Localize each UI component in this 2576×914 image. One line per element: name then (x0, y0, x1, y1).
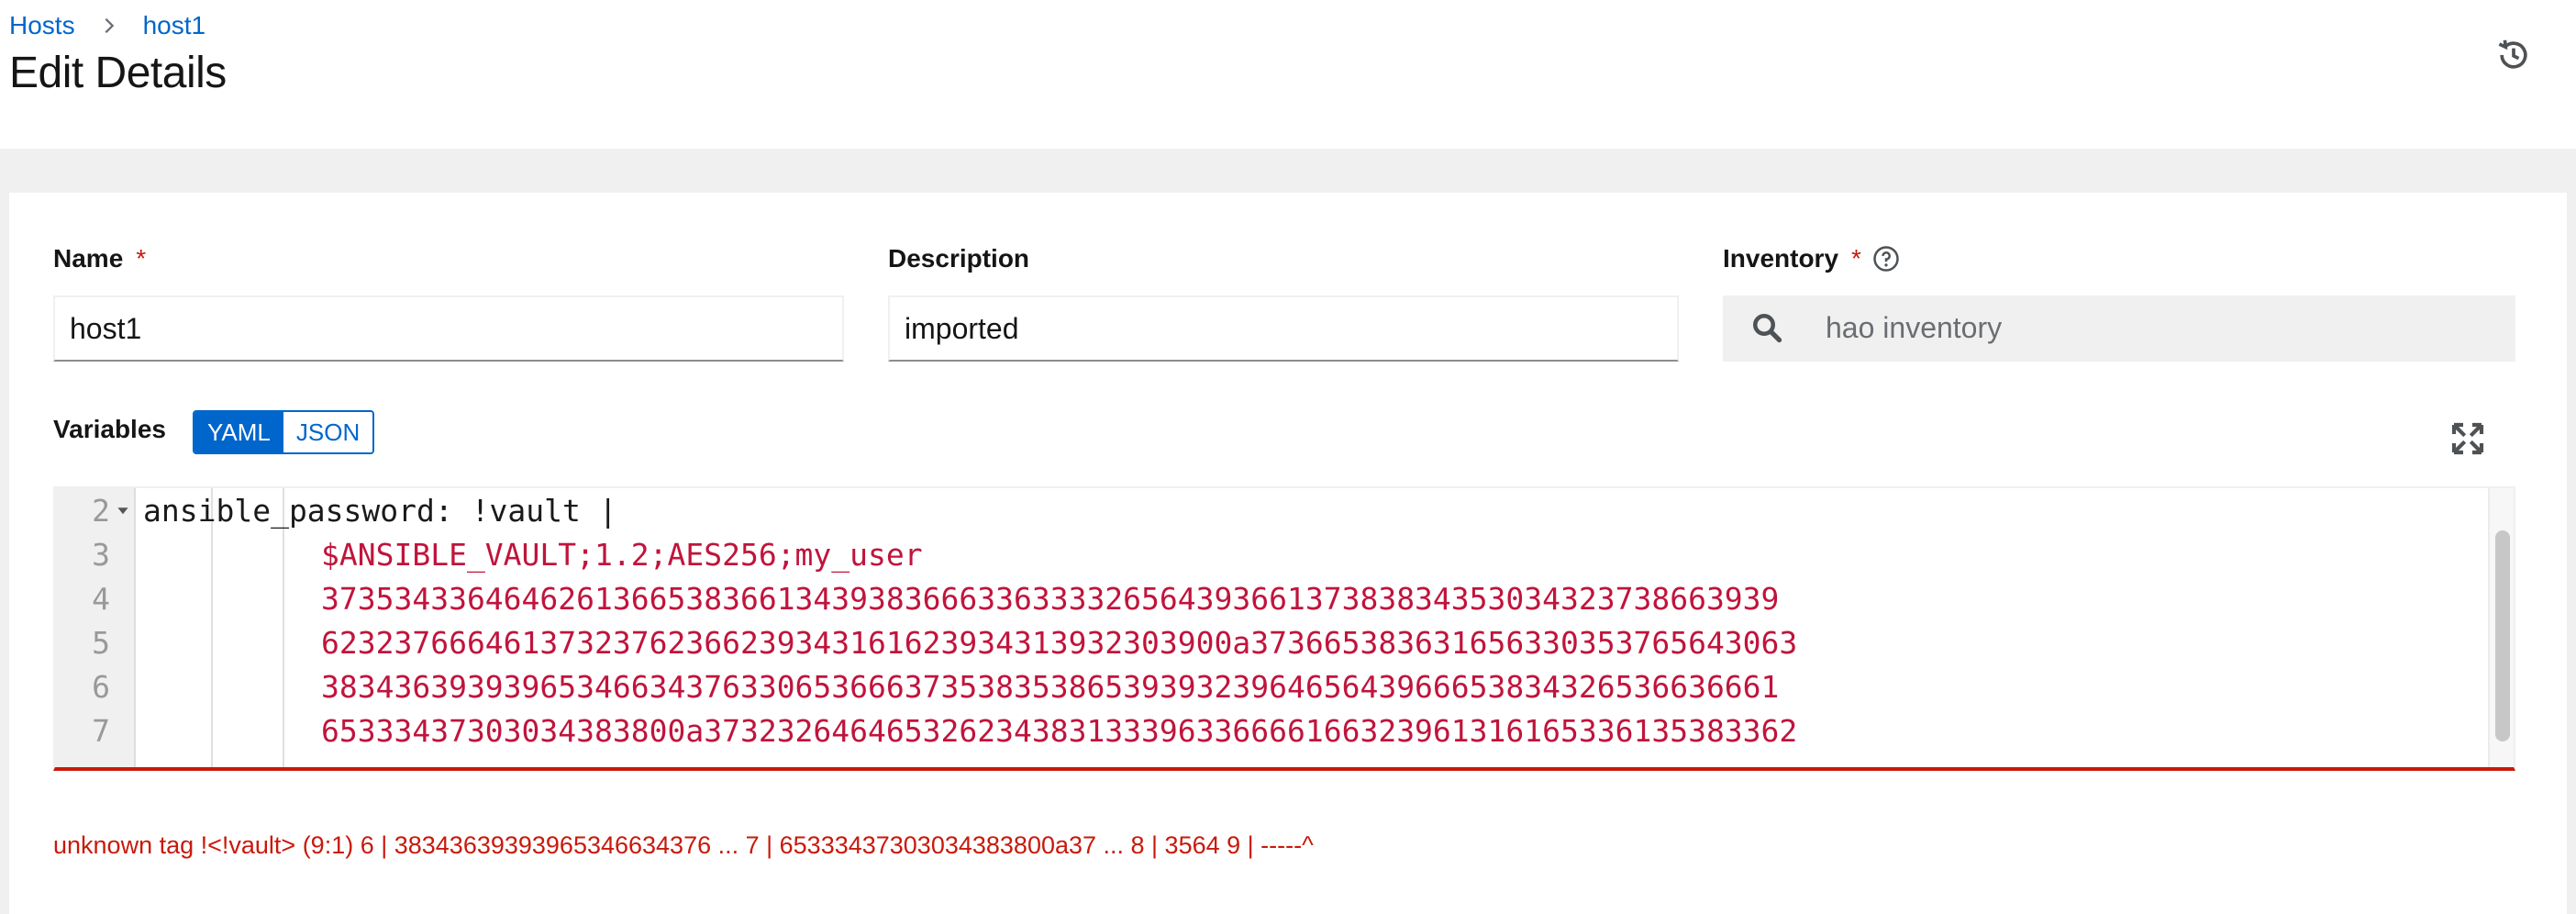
inventory-lookup[interactable]: hao inventory (1723, 295, 2515, 362)
fold-caret-icon[interactable] (110, 504, 136, 517)
page-title: Edit Details (9, 49, 227, 97)
code-line: 2 ansible_password: !vault | (55, 488, 2514, 532)
code-line: 3 $ANSIBLE_VAULT;1.2;AES256;my_user (55, 532, 2514, 576)
code-text: 3834363939396534663437633065366637353835… (321, 668, 1780, 705)
code-editor[interactable]: 2 ansible_password: !vault | 3 $ANSIBLE_… (53, 486, 2515, 771)
code-text: 3735343364646261366538366134393836663363… (321, 580, 1780, 617)
search-icon[interactable] (1750, 311, 1783, 344)
line-number: 5 (92, 624, 110, 661)
code-text: $ANSIBLE_VAULT;1.2;AES256;my_user (321, 536, 923, 573)
inventory-label: Inventory * (1723, 244, 1900, 273)
inventory-value: hao inventory (1826, 310, 2003, 344)
expand-icon[interactable] (2449, 420, 2486, 457)
json-toggle-button[interactable]: JSON (283, 412, 373, 452)
history-icon[interactable] (2493, 35, 2534, 75)
help-icon[interactable] (1872, 245, 1900, 273)
validation-error-message: unknown tag !<!vault> (9:1) 6 | 38343639… (53, 831, 1314, 859)
breadcrumb: Hosts host1 (9, 11, 205, 40)
chevron-right-icon (105, 17, 114, 34)
code-text: 6232376664613732376236623934316162393431… (321, 624, 1798, 661)
description-input[interactable]: imported (888, 295, 1679, 362)
variables-label: Variables (53, 415, 166, 443)
code-line: 4 37353433646462613665383661343938366633… (55, 576, 2514, 620)
code-text: ansible_password: !vault | (143, 492, 617, 529)
breadcrumb-host-link[interactable]: host1 (143, 11, 206, 40)
code-line: 6 38343639393965346634376330653666373538… (55, 664, 2514, 708)
name-label: Name * (53, 244, 147, 273)
line-number: 4 (92, 580, 110, 617)
yaml-toggle-button[interactable]: YAML (194, 412, 283, 452)
required-marker: * (136, 244, 147, 273)
page-header: Hosts host1 Edit Details (0, 0, 2576, 149)
line-number: 6 (92, 668, 110, 705)
breadcrumb-hosts-link[interactable]: Hosts (9, 11, 75, 40)
line-number: 7 (92, 712, 110, 749)
format-toggle: YAML JSON (193, 410, 375, 454)
line-number: 2 (92, 492, 110, 529)
code-line: 7 65333437303034383800a37323264646532623… (55, 708, 2514, 752)
description-label: Description (888, 244, 1030, 273)
name-input[interactable]: host1 (53, 295, 844, 362)
line-number: 3 (92, 536, 110, 573)
code-text: 65333437303034383800a3732326464653262343… (321, 712, 1798, 749)
editor-scrollbar[interactable] (2488, 488, 2514, 767)
scrollbar-thumb[interactable] (2495, 530, 2510, 741)
code-line: 5 62323766646137323762366239343161623934… (55, 620, 2514, 664)
required-marker: * (1851, 244, 1861, 273)
